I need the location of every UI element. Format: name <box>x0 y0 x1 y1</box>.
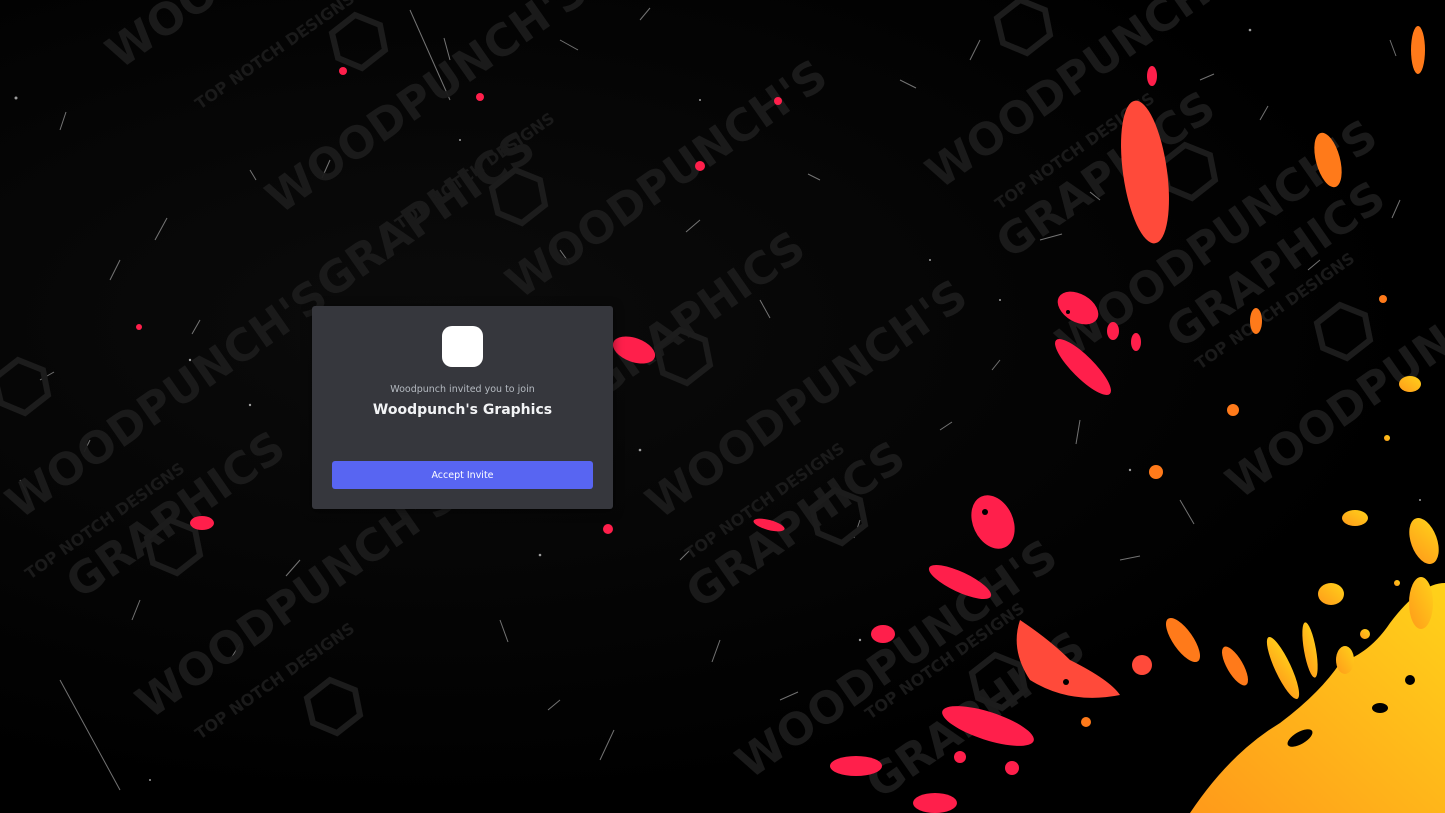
invite-card: Woodpunch invited you to join Woodpunch'… <box>312 306 613 509</box>
server-icon <box>442 326 483 367</box>
splatter-background: WOODPUNCH'S WOODPUNCH'S GRAPHICS WOODPUN… <box>0 0 1445 813</box>
background-artwork: WOODPUNCH'S WOODPUNCH'S GRAPHICS WOODPUN… <box>0 0 1445 813</box>
server-name: Woodpunch's Graphics <box>372 402 553 418</box>
svg-text:TOP NOTCH DESIGNS: TOP NOTCH DESIGNS <box>191 0 358 113</box>
invite-subtitle: Woodpunch invited you to join <box>390 384 535 395</box>
accept-invite-button[interactable]: Accept Invite <box>332 461 593 489</box>
